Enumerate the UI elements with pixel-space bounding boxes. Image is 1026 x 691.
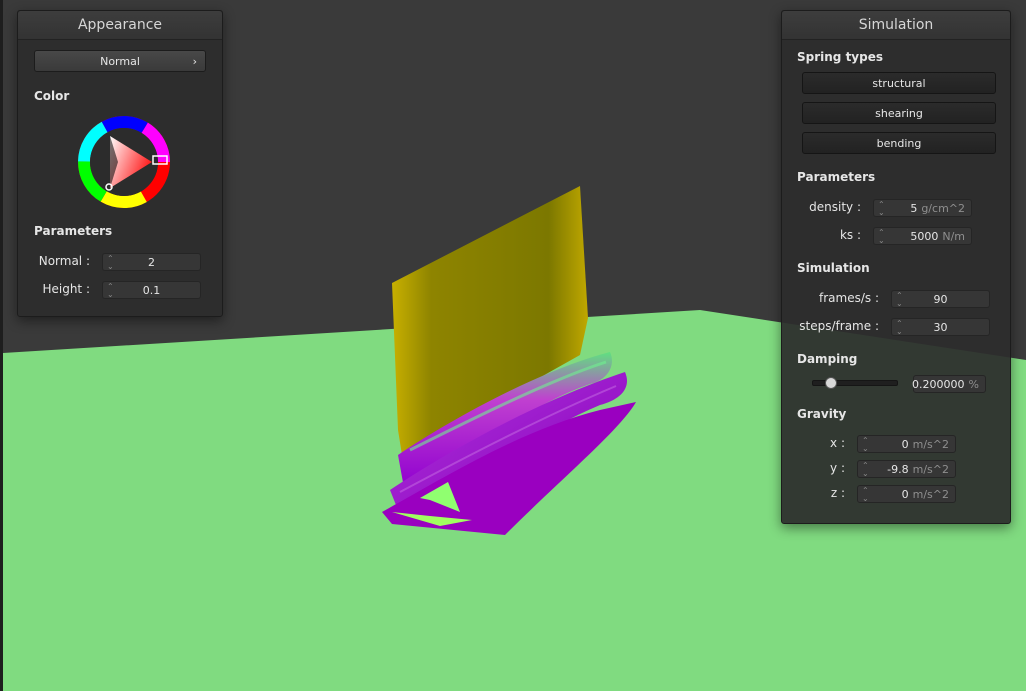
fps-input[interactable]: ⌃ ⌄ 90 [891, 290, 990, 308]
simulation-panel-title[interactable]: Simulation [782, 11, 1010, 40]
density-input[interactable]: ⌃ ⌄ 5 g/cm^2 [873, 199, 972, 217]
shader-select-button[interactable]: Normal › [34, 50, 206, 72]
fps-label: frames/s : [819, 291, 879, 305]
appearance-params-label: Parameters [34, 224, 113, 238]
normal-label: Normal : [38, 254, 90, 268]
gravity-x-input[interactable]: ⌃ ⌄ 0 m/s^2 [857, 435, 956, 453]
spinner-icon[interactable]: ⌃ ⌄ [862, 461, 869, 478]
damping-label: Damping [797, 352, 858, 366]
appearance-panel: Appearance Normal › Color Parameters Nor… [17, 10, 223, 317]
damping-input[interactable]: 0.200000% [912, 375, 986, 393]
steps-label: steps/frame : [799, 319, 879, 333]
height-input[interactable]: ⌃ ⌄ 0.1 [102, 281, 201, 299]
appearance-panel-title[interactable]: Appearance [18, 11, 222, 40]
color-wheel[interactable] [76, 114, 172, 210]
steps-input[interactable]: ⌃ ⌄ 30 [891, 318, 990, 336]
chevron-right-icon: › [192, 55, 197, 68]
gravity-z-input[interactable]: ⌃ ⌄ 0 m/s^2 [857, 485, 956, 503]
structural-button[interactable]: structural [802, 72, 996, 94]
density-label: density : [809, 200, 861, 214]
sim-params-label: Parameters [797, 170, 876, 184]
gravity-z-label: z : [830, 486, 845, 500]
ks-input[interactable]: ⌃ ⌄ 5000 N/m [873, 227, 972, 245]
damping-slider-handle[interactable] [824, 377, 837, 389]
simulation-section-label: Simulation [797, 261, 870, 275]
bending-button[interactable]: bending [802, 132, 996, 154]
normal-input[interactable]: ⌃ ⌄ 2 [102, 253, 201, 271]
ks-label: ks : [839, 228, 861, 242]
simulation-panel: Simulation Spring types structural shear… [781, 10, 1011, 524]
spinner-icon[interactable]: ⌃ ⌄ [862, 486, 869, 503]
gravity-y-input[interactable]: ⌃ ⌄ -9.8 m/s^2 [857, 460, 956, 478]
gravity-x-label: x : [830, 436, 845, 450]
gravity-y-label: y : [830, 461, 845, 475]
spring-types-label: Spring types [797, 50, 884, 64]
shader-select-label: Normal [100, 55, 140, 68]
left-edge-strip [0, 0, 3, 691]
gravity-label: Gravity [797, 407, 847, 421]
spinner-icon[interactable]: ⌃ ⌄ [878, 228, 885, 245]
color-section-label: Color [34, 89, 70, 103]
height-label: Height : [42, 282, 90, 296]
spinner-icon[interactable]: ⌃ ⌄ [878, 200, 885, 217]
shearing-button[interactable]: shearing [802, 102, 996, 124]
spinner-icon[interactable]: ⌃ ⌄ [862, 436, 869, 453]
